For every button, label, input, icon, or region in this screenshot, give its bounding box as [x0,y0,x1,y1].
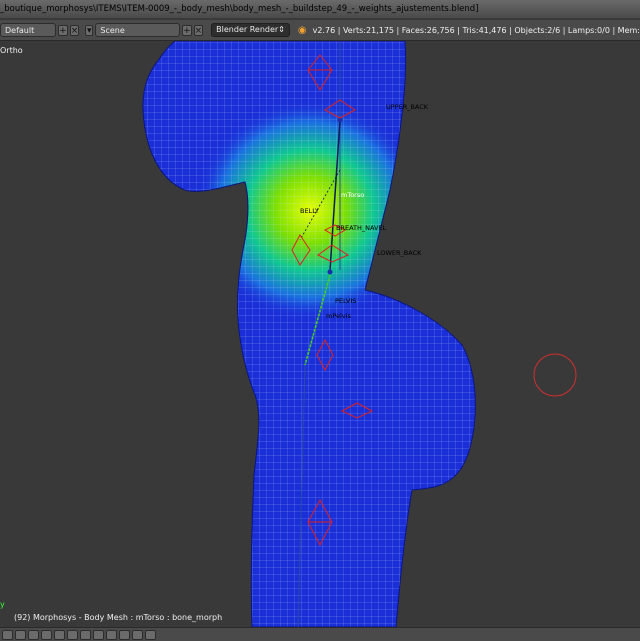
viewport-header [0,627,640,641]
mode-icon[interactable] [54,629,65,640]
snap-icon[interactable] [119,629,130,640]
bone-label-pelvis: PELVIS [335,297,356,305]
add-scene-icon[interactable]: + [182,24,192,36]
pivot-icon[interactable] [80,629,91,640]
render-engine-label: Blender Render [216,25,279,34]
shading-icon[interactable] [67,629,78,640]
body-mesh[interactable] [130,41,490,627]
3d-viewport[interactable]: UPPER_BACK mTorso BELLY BREATH_NAVEL LOW… [0,41,640,627]
view-menu-icon[interactable] [15,629,26,640]
scene-field[interactable]: Scene [95,23,181,37]
window-title: _boutique_morphosys\ITEMS\ITEM-0009_-_bo… [0,4,479,14]
viewport-canvas: UPPER_BACK mTorso BELLY BREATH_NAVEL LOW… [130,41,577,627]
3d-cursor[interactable] [533,353,577,397]
bone-label-mpelvis: mPelvis [326,312,351,320]
viewport-status-text: (92) Morphosys - Body Mesh : mTorso : bo… [14,613,223,622]
scene-browse-icon[interactable]: ▾ [85,24,94,36]
object-menu-icon[interactable] [41,629,52,640]
render-preview-icon[interactable] [132,629,143,640]
bone-label-lower-back: LOWER_BACK [377,249,422,257]
add-layout-icon[interactable]: + [58,24,68,36]
info-header: Default + × ▾ Scene + × Blender Render ⇕… [0,20,640,41]
screen-layout-field[interactable]: Default [0,23,57,37]
bone-label-mtorso: mTorso [341,191,364,199]
bone-label-belly: BELLY [300,207,319,215]
bone-label-breath-navel: BREATH_NAVEL [336,224,387,232]
window-title-bar: _boutique_morphosys\ITEMS\ITEM-0009_-_bo… [0,0,640,18]
remove-scene-icon[interactable]: × [193,24,204,36]
camera-icon[interactable] [145,629,156,640]
select-menu-icon[interactable] [28,629,39,640]
bone-label-upper-back: UPPER_BACK [386,103,429,111]
blender-logo-icon: ◉ [297,24,307,36]
view-projection-label: Ortho [0,46,23,55]
manipulator-icon[interactable] [93,629,104,640]
scene-stats: v2.76 | Verts:21,175 | Faces:26,756 | Tr… [312,25,640,35]
remove-layout-icon[interactable]: × [69,24,80,36]
editor-type-icon[interactable] [2,629,13,640]
select-arrows-icon: ⇕ [278,25,285,34]
render-engine-select[interactable]: Blender Render ⇕ [211,23,290,37]
layer-icon[interactable] [106,629,117,640]
axis-indicator-y: y [0,600,5,609]
